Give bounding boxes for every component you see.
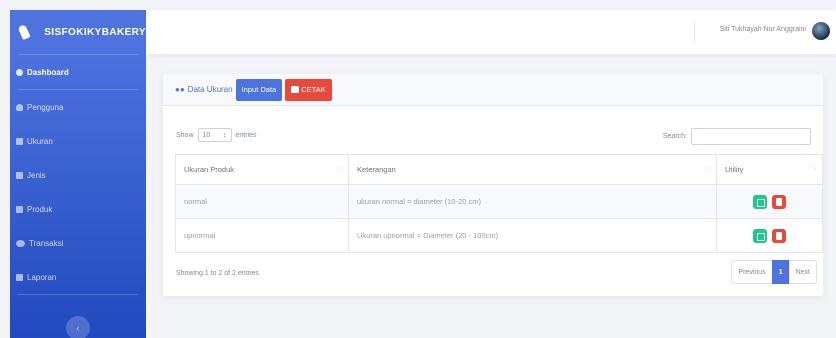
column-header-ukuran[interactable]: Ukuran Produk ↑↓	[175, 154, 349, 185]
pagination-next[interactable]: Next	[788, 260, 817, 284]
sidebar-item-label: Dashboard	[27, 67, 69, 77]
search-input[interactable]	[691, 128, 811, 145]
cell-keterangan: Ukuran upnormal = Diameter (20 - 100cm)	[348, 218, 717, 253]
entries-value: 10	[202, 131, 211, 139]
sidebar-item-pengguna[interactable]: Pengguna	[10, 90, 146, 124]
gauge-icon	[16, 68, 23, 76]
entries-label: entries	[235, 131, 257, 139]
brand-title: SISFOKIKYBAKERY	[44, 26, 146, 38]
table-row: normal ukuran normal = diameter (10-20 c…	[175, 184, 823, 219]
brand-link[interactable]: SISFOKIKYBAKERY	[10, 10, 146, 54]
pagination: Previous 1 Next	[731, 260, 817, 284]
entries-control: Show 10 ↕ entries	[176, 128, 257, 142]
input-data-button[interactable]: Input Data	[235, 78, 283, 101]
rocket-logo-icon	[17, 23, 31, 41]
sidebar-item-label: Laporan	[27, 272, 57, 282]
document-icon	[16, 205, 23, 213]
data-table: Ukuran Produk ↑↓ Keterangan ↑↓ Utility ↑…	[175, 154, 823, 253]
search-label: Search:	[662, 133, 687, 140]
users-icon	[16, 239, 25, 247]
sort-icon: ↑↓	[705, 166, 711, 172]
select-arrows-icon: ↕	[223, 131, 227, 139]
sidebar-item-produk[interactable]: Produk	[10, 192, 146, 226]
sidebar: SISFOKIKYBAKERY Dashboard Pengguna Ukura…	[10, 10, 146, 338]
column-header-utility[interactable]: Utility ↑↓	[716, 154, 823, 185]
delete-icon[interactable]	[771, 228, 786, 243]
topbar: Siti Tukhayah Nur Anggraini	[146, 10, 836, 54]
sidebar-item-laporan[interactable]: Laporan	[10, 260, 146, 294]
data-card: ●● Data Ukuran Input Data CETAK Show 10 …	[163, 74, 823, 296]
user-icon	[16, 103, 23, 111]
print-button-label: CETAK	[301, 85, 326, 94]
sidebar-item-label: Pengguna	[27, 102, 64, 112]
table-header-row: Ukuran Produk ↑↓ Keterangan ↑↓ Utility ↑…	[175, 154, 823, 185]
cell-utility	[716, 184, 823, 219]
pagination-previous[interactable]: Previous	[731, 260, 773, 284]
sidebar-item-transaksi[interactable]: Transaksi	[10, 226, 146, 260]
document-icon	[16, 137, 23, 145]
print-button[interactable]: CETAK	[285, 78, 332, 101]
document-icon	[16, 171, 23, 179]
printer-icon	[291, 86, 300, 93]
cell-ukuran: normal	[175, 184, 349, 219]
avatar[interactable]	[812, 22, 830, 40]
sidebar-item-label: Transaksi	[29, 238, 64, 248]
sidebar-toggle-button[interactable]: ‹	[66, 316, 90, 338]
sidebar-item-label: Ukuran	[27, 136, 53, 146]
table-row: upnormal Ukuran upnormal = Diameter (20 …	[175, 218, 823, 253]
sidebar-item-jenis[interactable]: Jenis	[10, 158, 146, 192]
table-info: Showing 1 to 2 of 2 entries	[176, 270, 259, 277]
cell-ukuran: upnormal	[175, 218, 349, 253]
card-title: Data Ukuran	[187, 85, 233, 94]
search-control: Search:	[663, 128, 811, 145]
users-icon: ●●	[175, 85, 185, 94]
sidebar-item-dashboard[interactable]: Dashboard	[10, 55, 146, 89]
sidebar-item-label: Jenis	[27, 170, 46, 180]
sidebar-item-ukuran[interactable]: Ukuran	[10, 124, 146, 158]
user-name[interactable]: Siti Tukhayah Nur Anggraini	[720, 26, 806, 33]
card-header: ●● Data Ukuran Input Data CETAK	[163, 74, 823, 106]
chevron-left-icon: ‹	[76, 323, 80, 333]
column-header-keterangan[interactable]: Keterangan ↑↓	[348, 154, 717, 185]
entries-select[interactable]: 10 ↕	[197, 128, 232, 142]
document-icon	[16, 273, 23, 281]
sidebar-item-label: Produk	[27, 204, 53, 214]
sidebar-divider	[18, 294, 138, 295]
sort-icon: ↑↓	[337, 166, 343, 172]
show-label: Show	[176, 131, 194, 139]
edit-icon[interactable]	[753, 228, 768, 243]
topbar-divider	[694, 22, 695, 42]
edit-icon[interactable]	[753, 194, 768, 209]
delete-icon[interactable]	[771, 194, 786, 209]
cell-utility	[716, 218, 823, 253]
sort-icon: ↑↓	[811, 166, 817, 172]
cell-keterangan: ukuran normal = diameter (10-20 cm)	[348, 184, 717, 219]
pagination-page-1[interactable]: 1	[771, 260, 790, 284]
